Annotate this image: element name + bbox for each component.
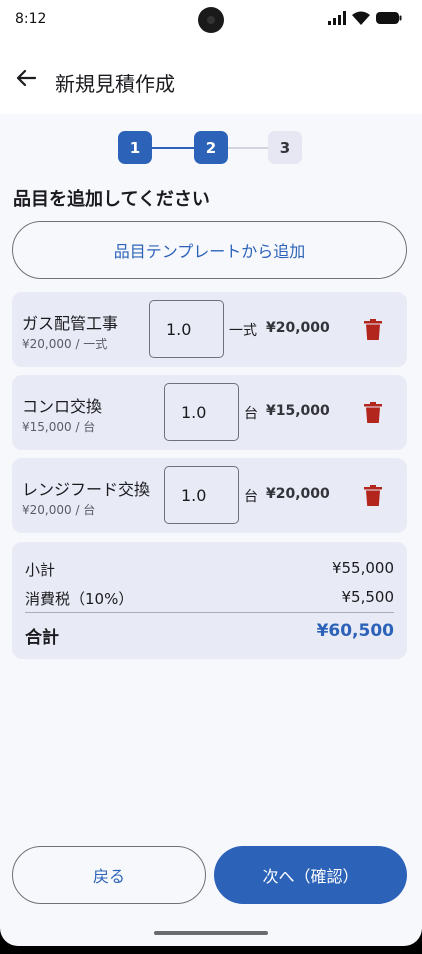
item-unit-price: ¥20,000 / 台: [22, 503, 96, 517]
tax-value: ¥5,500: [341, 588, 395, 606]
quantity-input[interactable]: 1.0: [164, 383, 239, 441]
item-price: ¥20,000: [266, 486, 330, 502]
item-card: ガス配管工事 ¥20,000 / 一式 1.0 一式 ¥20,000: [12, 292, 407, 367]
total-value: ¥60,500: [316, 621, 394, 641]
wifi-icon: [352, 11, 370, 25]
signal-icon: [328, 11, 346, 25]
status-bar: 8:12: [0, 0, 422, 40]
status-icons: [328, 11, 402, 25]
totals-card: 小計 ¥55,000 消費税（10%） ¥5,500 合計 ¥60,500: [12, 542, 407, 659]
quantity-input[interactable]: 1.0: [164, 466, 239, 524]
back-button[interactable]: 戻る: [12, 846, 206, 904]
tax-label: 消費税（10%）: [25, 590, 134, 608]
status-time: 8:12: [15, 11, 47, 27]
item-unit: 台: [244, 406, 258, 422]
step-3: 3: [268, 131, 302, 164]
arrow-left-icon: [16, 69, 36, 87]
item-name: レンジフード交換: [22, 480, 151, 499]
trash-icon[interactable]: [364, 485, 382, 506]
step-2: 2: [194, 131, 228, 164]
step-indicator: 1 2 3: [118, 131, 302, 164]
app-bar: 新規見積作成: [0, 40, 422, 114]
phone-screen: 8:12 新規見積作成 1 2 3 品目を追加してください 品目テンプレートから…: [0, 0, 422, 946]
page-title: 新規見積作成: [55, 72, 175, 96]
trash-icon[interactable]: [364, 319, 382, 340]
item-name: コンロ交換: [22, 397, 103, 416]
item-card: レンジフード交換 ¥20,000 / 台 1.0 台 ¥20,000: [12, 458, 407, 533]
quantity-input[interactable]: 1.0: [149, 300, 224, 358]
totals-divider: [25, 612, 394, 613]
home-indicator: [154, 931, 268, 935]
trash-icon[interactable]: [364, 402, 382, 423]
step-connector-1: [152, 147, 194, 149]
add-from-template-button[interactable]: 品目テンプレートから追加: [12, 221, 407, 279]
item-name: ガス配管工事: [22, 314, 119, 333]
back-arrow-button[interactable]: [10, 62, 42, 94]
item-price: ¥20,000: [266, 320, 330, 336]
section-title: 品目を追加してください: [13, 189, 210, 210]
battery-icon: [376, 12, 402, 24]
item-unit: 台: [244, 489, 258, 505]
step-connector-2: [228, 147, 268, 149]
item-unit-price: ¥20,000 / 一式: [22, 337, 108, 351]
item-unit: 一式: [229, 323, 257, 339]
item-price: ¥15,000: [266, 403, 330, 419]
item-unit-price: ¥15,000 / 台: [22, 420, 96, 434]
camera-cutout: [198, 7, 224, 33]
subtotal-label: 小計: [25, 561, 56, 579]
subtotal-value: ¥55,000: [331, 559, 394, 577]
step-1: 1: [118, 131, 152, 164]
total-label: 合計: [25, 628, 59, 648]
next-confirm-button[interactable]: 次へ（確認）: [214, 846, 407, 904]
item-card: コンロ交換 ¥15,000 / 台 1.0 台 ¥15,000: [12, 375, 407, 450]
